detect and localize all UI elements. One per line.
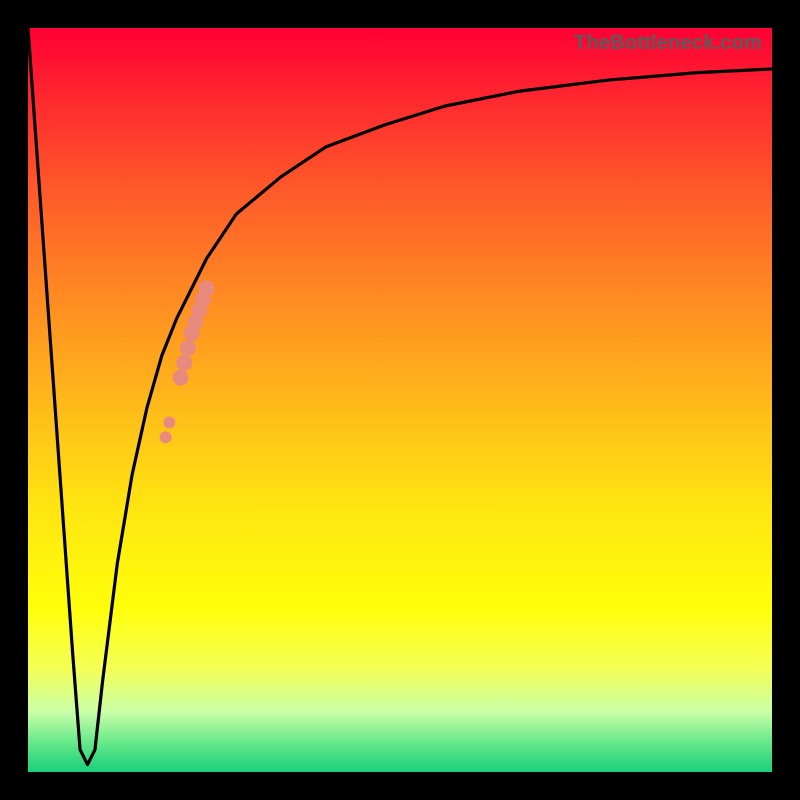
data-marker [160, 431, 172, 443]
bottleneck-curve [28, 28, 772, 765]
curve-layer [28, 28, 772, 772]
data-marker [199, 280, 215, 296]
data-marker [173, 370, 189, 386]
data-marker [176, 355, 192, 371]
marker-group [160, 280, 215, 443]
data-marker [180, 340, 196, 356]
chart-frame: TheBottleneck.com [0, 0, 800, 800]
data-marker [163, 416, 175, 428]
plot-area: TheBottleneck.com [28, 28, 772, 772]
